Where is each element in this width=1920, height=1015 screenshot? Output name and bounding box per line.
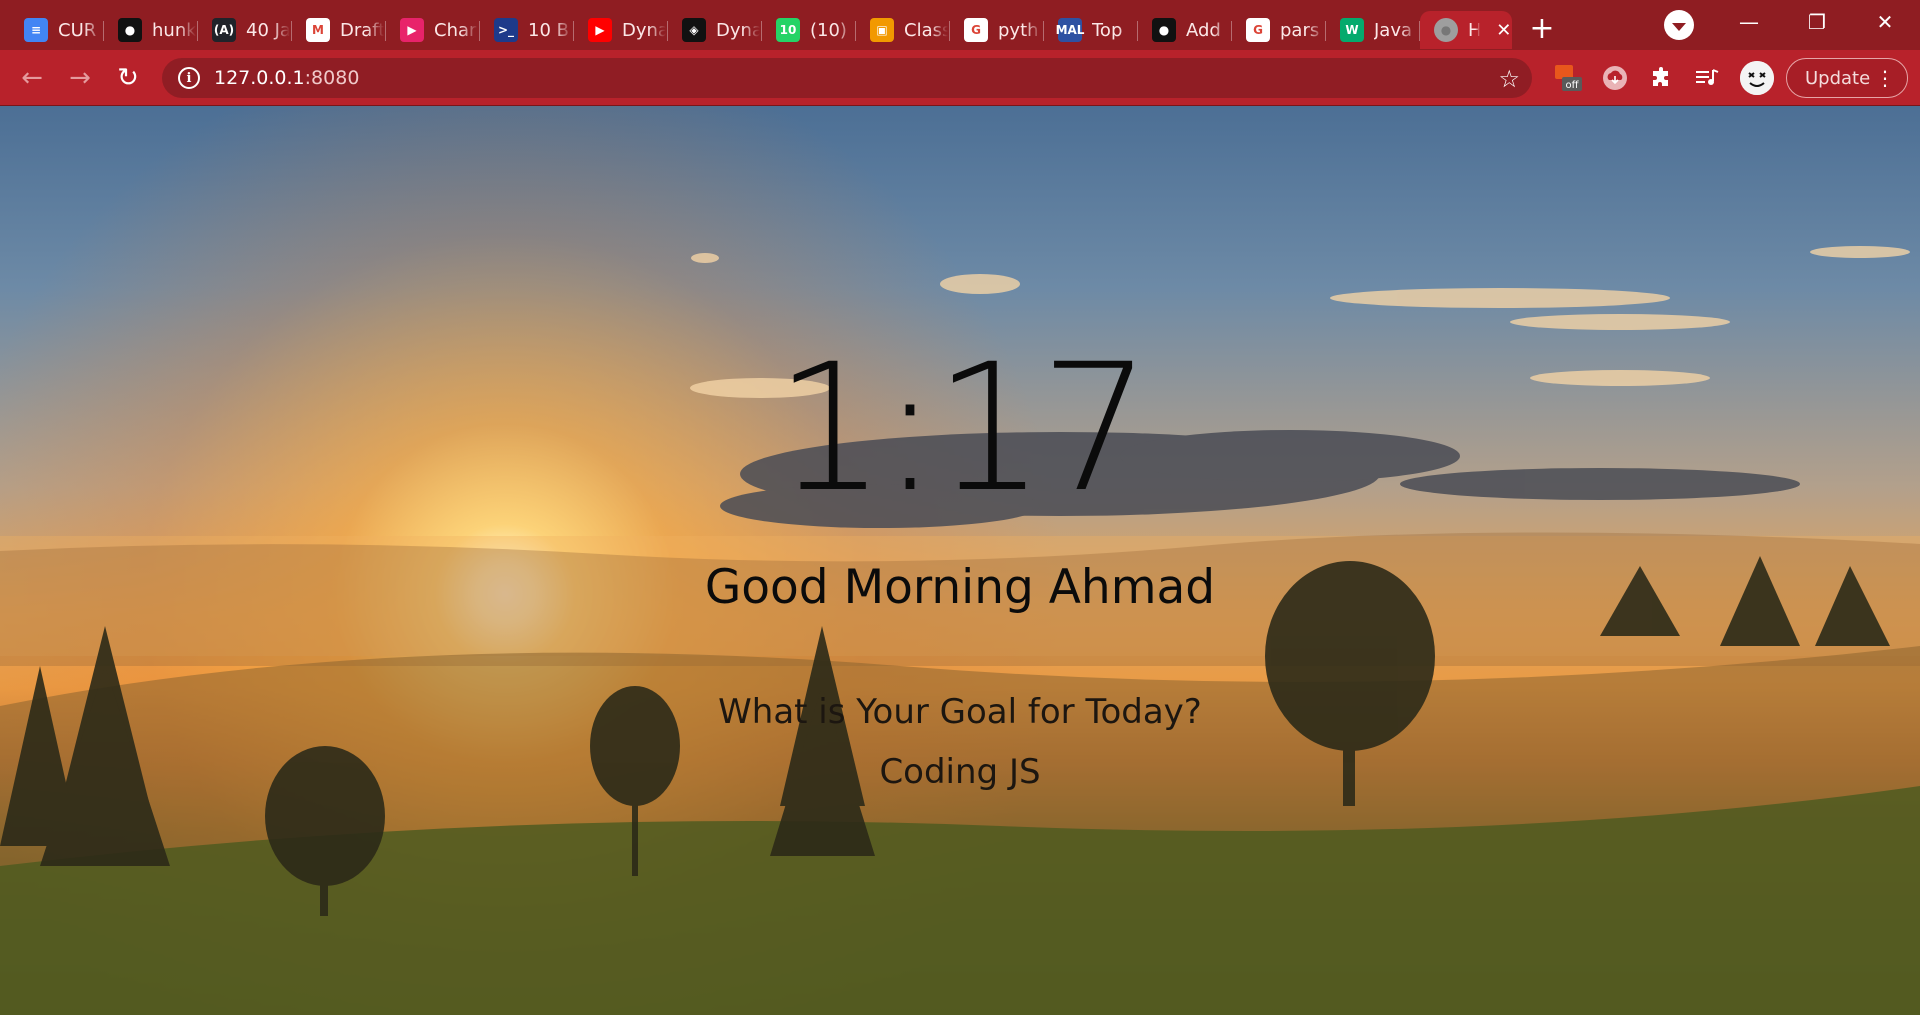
tab-title: pyth <box>998 19 1039 41</box>
tab-title: H <box>1468 19 1480 41</box>
pdf-off-extension-icon[interactable]: off <box>1553 63 1583 93</box>
react-dev-icon: (A) <box>212 18 236 42</box>
tab-title: Class <box>904 19 948 41</box>
codepen-icon: ◈ <box>682 18 706 42</box>
profile-avatar[interactable] <box>1740 61 1774 95</box>
puzzle-graphic <box>1653 67 1668 86</box>
reload-icon: ↻ <box>117 63 139 93</box>
tab-search-button[interactable] <box>1664 10 1694 40</box>
github-icon: ● <box>118 18 142 42</box>
tab-title: hunk <box>152 19 196 41</box>
update-button[interactable]: Update ⋮ <box>1786 58 1908 98</box>
tab-title: Dyna <box>622 19 666 41</box>
whatsapp-icon: 10 <box>776 18 800 42</box>
tab-title: Java <box>1374 19 1413 41</box>
playlist-graphic <box>1696 69 1719 85</box>
tab-title: 40 Ja <box>246 19 290 41</box>
browser-toolbar: ← → ↻ i 127.0.0.1:8080 ☆ off Update ⋮ <box>0 50 1920 106</box>
tab[interactable]: Gpyth <box>950 11 1044 49</box>
bookmark-star-icon[interactable]: ☆ <box>1498 65 1520 93</box>
focus-goal[interactable]: Coding JS <box>0 752 1920 792</box>
close-window-button[interactable]: ✕ <box>1850 0 1920 44</box>
tab[interactable]: ● Add <box>1138 11 1232 49</box>
terminal-icon: >_ <box>494 18 518 42</box>
pdf-off-label: off <box>1565 80 1579 91</box>
chat-app-icon: ▶ <box>400 18 424 42</box>
tab-title: pars <box>1280 19 1320 41</box>
arrow-left-icon: ← <box>21 63 43 93</box>
cloud-download-graphic <box>1603 66 1627 90</box>
more-vertical-icon[interactable]: ⋮ <box>1875 66 1895 90</box>
tab[interactable]: ▶ Char <box>386 11 480 49</box>
globe-icon: ● <box>1434 18 1458 42</box>
marshmello-avatar-icon <box>1740 61 1774 95</box>
tab-title: Top <box>1092 19 1123 41</box>
address-bar[interactable]: i 127.0.0.1:8080 ☆ <box>162 58 1532 98</box>
url-host: 127.0.0.1 <box>214 67 305 89</box>
tab[interactable]: ≡ CUR <box>10 11 104 49</box>
tab[interactable]: 10 (10) <box>762 11 856 49</box>
reload-button[interactable]: ↻ <box>110 60 146 96</box>
media-playlist-icon[interactable] <box>1692 63 1722 93</box>
tab[interactable]: W Java <box>1326 11 1420 49</box>
tab[interactable]: ▶ Dyna <box>574 11 668 49</box>
focus-question: What is Your Goal for Today? <box>718 692 1202 732</box>
tab-title: CUR <box>58 19 97 41</box>
tab-strip: ≡ CUR ● hunk (A) 40 Ja M Draft ▶ Char >_ 10 B ▶ Dyna ◈… <box>0 0 1920 50</box>
tab-title: Draft <box>340 19 384 41</box>
puzzle-extensions-icon[interactable] <box>1647 63 1677 93</box>
google-icon: G <box>1246 18 1270 42</box>
url-port: :8080 <box>304 67 360 89</box>
momentum-page: 1:17 Good Morning Ahmad What is Your Goa… <box>0 106 1920 1015</box>
forward-button[interactable]: → <box>62 60 98 96</box>
tab-title: 10 B <box>528 19 569 41</box>
new-tab-button[interactable]: + <box>1520 6 1564 50</box>
tab-title: Add <box>1186 19 1221 41</box>
pdf-off-extension-graphic: off <box>1555 65 1582 91</box>
address-url[interactable]: 127.0.0.1:8080 <box>214 67 359 89</box>
close-tab-icon[interactable]: ✕ <box>1496 20 1512 41</box>
restore-button[interactable]: ❐ <box>1782 0 1852 44</box>
arrow-right-icon: → <box>69 63 91 93</box>
tab[interactable]: ● hunk <box>104 11 198 49</box>
google-classroom-icon: ▣ <box>870 18 894 42</box>
tab-title: Dyna <box>716 19 760 41</box>
github-icon: ● <box>1152 18 1176 42</box>
minimize-button[interactable]: — <box>1714 0 1784 44</box>
gmail-icon: M <box>306 18 330 42</box>
tab[interactable]: >_ 10 B <box>480 11 574 49</box>
tab[interactable]: ◈ Dyna <box>668 11 762 49</box>
tab[interactable]: (A) 40 Ja <box>198 11 292 49</box>
tab[interactable]: Gpars <box>1232 11 1326 49</box>
tab-active[interactable]: ● H ✕ <box>1420 11 1512 49</box>
google-icon: G <box>964 18 988 42</box>
w3schools-icon: W <box>1340 18 1364 42</box>
tab-title: (10) <box>810 19 847 41</box>
tab[interactable]: M Draft <box>292 11 386 49</box>
google-docs-icon: ≡ <box>24 18 48 42</box>
site-info-icon[interactable]: i <box>178 67 200 89</box>
tab-title: Char <box>434 19 477 41</box>
chevron-down-icon <box>1672 22 1686 31</box>
back-button[interactable]: ← <box>14 60 50 96</box>
greeting-text: Good Morning Ahmad <box>704 560 1216 615</box>
tab[interactable]: ▣ Class <box>856 11 950 49</box>
cloud-download-extension-icon[interactable] <box>1600 63 1630 93</box>
clock-time: 1:17 <box>774 326 1151 531</box>
update-label: Update <box>1805 67 1871 89</box>
youtube-icon: ▶ <box>588 18 612 42</box>
tab[interactable]: MAL Top <box>1044 11 1138 49</box>
myanimelist-icon: MAL <box>1056 18 1084 42</box>
tab-list: ≡ CUR ● hunk (A) 40 Ja M Draft ▶ Char >_ 10 B ▶ Dyna ◈… <box>10 1 1512 49</box>
